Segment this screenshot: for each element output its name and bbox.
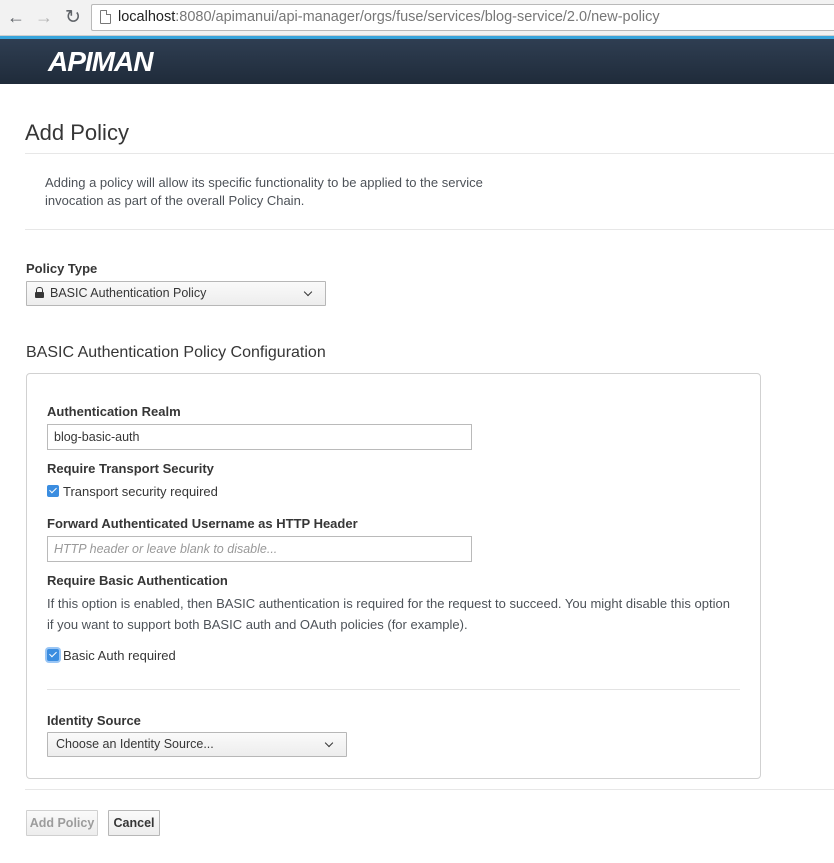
config-section-title: BASIC Authentication Policy Configuratio… (26, 344, 326, 361)
divider (25, 789, 834, 790)
url-path: :8080/apimanui/api-manager/orgs/fuse/ser… (175, 9, 660, 25)
policy-type-value: BASIC Authentication Policy (50, 286, 207, 300)
transport-security-label: Require Transport Security (47, 461, 214, 476)
apiman-logo[interactable]: APIMAN (48, 45, 153, 79)
basic-auth-checkbox[interactable] (47, 649, 59, 661)
add-policy-button[interactable]: Add Policy (26, 810, 98, 836)
address-bar[interactable]: localhost:8080/apimanui/api-manager/orgs… (91, 4, 834, 31)
back-arrow-icon[interactable]: ← (5, 6, 27, 28)
divider (25, 153, 834, 154)
page-description: Adding a policy will allow its specific … (45, 175, 483, 208)
basic-auth-help-text: If this option is enabled, then BASIC au… (47, 596, 730, 632)
forward-header-label: Forward Authenticated Username as HTTP H… (47, 516, 358, 531)
transport-security-checkbox-label: Transport security required (63, 483, 218, 499)
basic-auth-checkbox-label: Basic Auth required (63, 647, 176, 663)
url-host: localhost (118, 9, 176, 25)
cancel-button[interactable]: Cancel (108, 810, 160, 836)
lock-icon (35, 287, 44, 298)
realm-input[interactable]: blog-basic-auth (47, 424, 472, 450)
policy-type-select[interactable]: BASIC Authentication Policy (26, 281, 326, 306)
page-icon (100, 10, 111, 24)
divider (25, 229, 834, 230)
chevron-down-icon (324, 738, 334, 748)
identity-source-label: Identity Source (47, 713, 141, 728)
forward-arrow-icon[interactable]: → (33, 6, 55, 28)
basic-auth-checkbox-row[interactable]: Basic Auth required (47, 647, 176, 663)
identity-source-select[interactable]: Choose an Identity Source... (47, 732, 347, 757)
reload-icon[interactable]: ↻ (62, 6, 84, 28)
chevron-down-icon (303, 287, 313, 297)
transport-security-checkbox[interactable] (47, 485, 59, 497)
forward-header-input[interactable]: HTTP header or leave blank to disable... (47, 536, 472, 562)
page-title: Add Policy (25, 120, 129, 145)
divider (47, 689, 740, 690)
policy-type-label: Policy Type (26, 261, 98, 276)
app-header: APIMAN (0, 36, 834, 84)
identity-source-value: Choose an Identity Source... (56, 737, 214, 751)
transport-security-checkbox-row[interactable]: Transport security required (47, 483, 218, 499)
basic-auth-label: Require Basic Authentication (47, 573, 228, 588)
realm-label: Authentication Realm (47, 404, 181, 419)
browser-toolbar: ← → ↻ localhost:8080/apimanui/api-manage… (0, 0, 834, 36)
